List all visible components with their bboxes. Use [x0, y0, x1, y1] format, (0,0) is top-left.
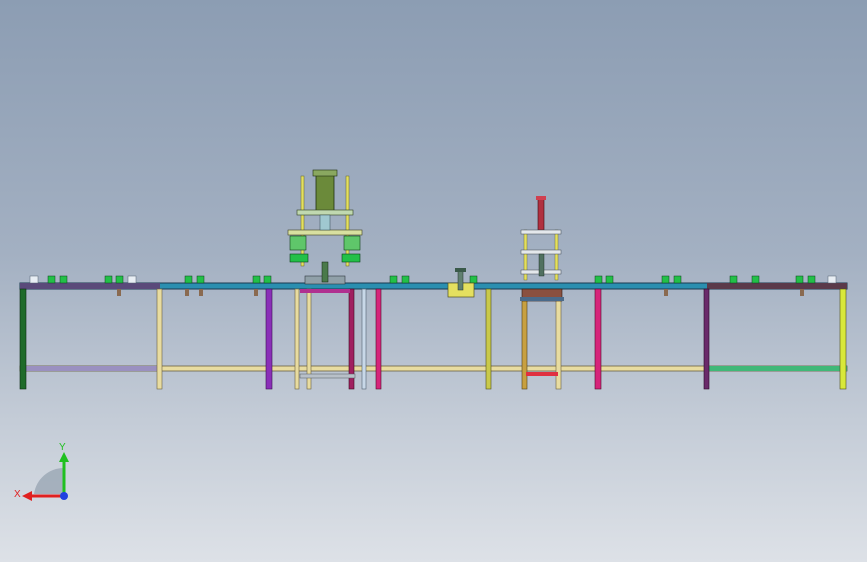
fixture-block	[47, 275, 56, 284]
fixture-block	[661, 275, 670, 284]
top-plate	[520, 229, 562, 235]
assembly-model[interactable]	[0, 0, 867, 562]
sensor-post	[457, 269, 464, 291]
fixture-block	[127, 275, 137, 284]
foot-bar-right	[526, 372, 558, 376]
leg	[485, 288, 492, 390]
fixture-block	[263, 275, 272, 284]
fixture-block	[751, 275, 760, 284]
x-axis-label: X	[14, 489, 21, 500]
fixture-block	[469, 275, 478, 284]
frame-lower-rail-left	[20, 366, 160, 371]
cad-viewport[interactable]: Y X	[0, 0, 867, 562]
fixture-block	[795, 275, 804, 284]
punch	[319, 214, 331, 231]
fixture-block	[807, 275, 816, 284]
slide-block	[343, 235, 361, 251]
leg	[294, 288, 300, 390]
x-arrow-icon	[22, 491, 32, 501]
fixture-block	[673, 275, 682, 284]
fixture-block	[104, 275, 113, 284]
rail-tab	[254, 289, 258, 296]
rail-tab	[664, 289, 668, 296]
fixture-block	[196, 275, 205, 284]
slide-block	[289, 235, 307, 251]
y-axis-label: Y	[59, 442, 66, 453]
leg	[19, 288, 27, 390]
fixture-block	[389, 275, 398, 284]
triad-plane-shade	[34, 467, 64, 494]
conveyor-frame	[19, 282, 848, 372]
top-plate	[296, 209, 354, 216]
frame-top-rail-left-segment	[20, 283, 160, 289]
leg	[265, 288, 273, 390]
middle-plate	[520, 249, 562, 255]
coordinate-triad[interactable]: Y X	[10, 438, 80, 508]
leg	[703, 288, 710, 390]
rail-tab	[117, 289, 121, 296]
cylinder-body	[315, 171, 335, 213]
lower-block	[289, 253, 309, 263]
station-base-plate	[520, 297, 564, 301]
frame-top-rail-right-segment	[707, 283, 847, 289]
cylinder-body	[537, 197, 545, 231]
fixture-block	[729, 275, 738, 284]
lower-block	[341, 253, 361, 263]
leg	[594, 288, 602, 390]
fixture-block	[605, 275, 614, 284]
foot-bar-center	[299, 373, 356, 379]
fixture-block	[827, 275, 837, 284]
leg	[375, 288, 382, 390]
middle-plate	[287, 229, 363, 236]
fixture-block	[594, 275, 603, 284]
guide-rod	[345, 175, 350, 267]
fixture-block	[401, 275, 410, 284]
fixture-block	[29, 275, 39, 284]
guide-rod	[300, 175, 305, 267]
center-post	[538, 253, 545, 277]
leg	[361, 288, 367, 390]
y-arrow-icon	[59, 452, 69, 462]
leg	[839, 288, 847, 390]
z-axis-icon	[60, 492, 68, 500]
fixture-block	[59, 275, 68, 284]
fixture-block	[252, 275, 261, 284]
frame-legs	[19, 288, 847, 390]
fixture-block	[115, 275, 124, 284]
center-post	[321, 261, 329, 283]
station-bracket	[300, 289, 350, 293]
leg	[156, 288, 163, 390]
press-station-left	[287, 169, 363, 293]
frame-lower-rail-right	[707, 366, 847, 371]
sensor-cap	[455, 268, 466, 272]
rail-tab	[199, 289, 203, 296]
rail-tab	[800, 289, 804, 296]
fixture-block	[184, 275, 193, 284]
cylinder-cap	[536, 196, 546, 200]
cylinder-cap	[312, 169, 338, 177]
rail-tab	[185, 289, 189, 296]
